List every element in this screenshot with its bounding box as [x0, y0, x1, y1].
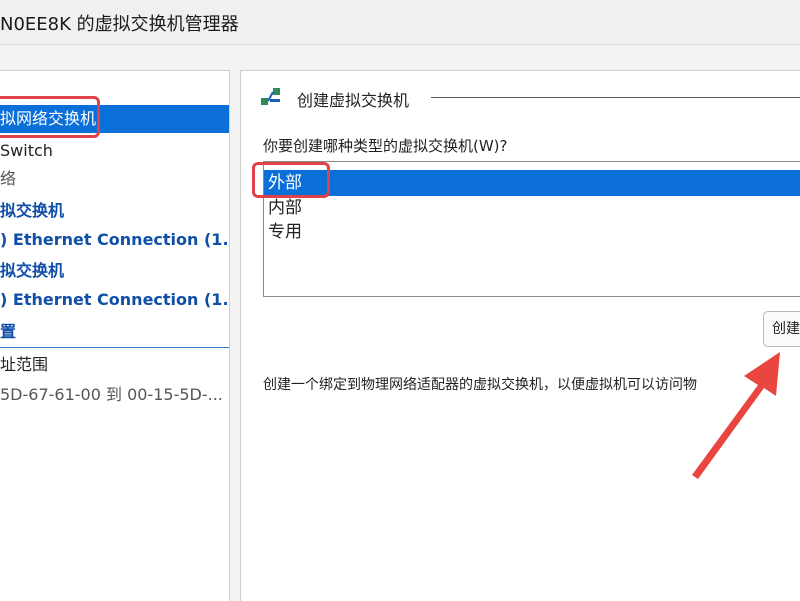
list-item-private[interactable]: 专用	[268, 219, 302, 245]
switch-type-listbox[interactable]: 外部 内部 专用	[263, 161, 800, 297]
sidebar-item-network[interactable]: 络	[0, 165, 229, 193]
sidebar: 拟网络交换机 Switch 络 拟交换机 ) Ethernet Connecti…	[0, 70, 230, 601]
sidebar-item-label: ) Ethernet Connection (1...	[0, 230, 229, 249]
group-divider	[431, 97, 800, 98]
switch-type-description: 创建一个绑定到物理网络适配器的虚拟交换机，以便虚拟机可以访问物	[263, 377, 697, 393]
sidebar-item-mac-address-range[interactable]: 址范围	[0, 351, 229, 379]
switch-type-question: 你要创建哪种类型的虚拟交换机(W)?	[263, 137, 508, 155]
main-panel: 创建虚拟交换机 你要创建哪种类型的虚拟交换机(W)? 外部 内部 专用 创建 创…	[240, 70, 800, 601]
sidebar-item-virtual-switch-2[interactable]: 拟交换机	[0, 257, 229, 285]
sidebar-item-label: Switch	[0, 141, 53, 160]
list-item-external[interactable]: 外部	[264, 170, 800, 196]
sidebar-item-global-settings[interactable]: 置	[0, 318, 229, 346]
sidebar-item-ethernet-connection-2[interactable]: ) Ethernet Connection (1...	[0, 286, 229, 314]
highlight-box-external	[252, 162, 330, 198]
sidebar-item-label: 拟交换机	[0, 261, 65, 280]
pointer-arrow-icon	[692, 352, 780, 479]
window-title: N0EE8K 的虚拟交换机管理器	[0, 14, 239, 35]
sidebar-item-label: 5D-67-61-00 到 00-15-5D-...	[0, 385, 223, 404]
sidebar-item-label: 拟交换机	[0, 201, 65, 220]
sidebar-item-mac-range-value: 5D-67-61-00 到 00-15-5D-...	[0, 381, 229, 409]
list-item-internal[interactable]: 内部	[268, 195, 302, 221]
title-bar: N0EE8K 的虚拟交换机管理器	[0, 0, 800, 45]
sidebar-item-label: 址范围	[0, 355, 49, 374]
group-title: 创建虚拟交换机	[297, 91, 410, 110]
sidebar-item-label: ) Ethernet Connection (1...	[0, 290, 229, 309]
sidebar-item-label: 络	[0, 169, 17, 188]
sidebar-item-ethernet-connection-1[interactable]: ) Ethernet Connection (1...	[0, 226, 229, 254]
highlight-box-sidebar	[0, 96, 100, 138]
sidebar-divider	[0, 347, 229, 348]
virtual-switch-icon	[259, 85, 283, 109]
sidebar-item-virtual-switch-1[interactable]: 拟交换机	[0, 197, 229, 225]
sidebar-item-label: 置	[0, 322, 17, 341]
sidebar-item-switch[interactable]: Switch	[0, 137, 229, 165]
